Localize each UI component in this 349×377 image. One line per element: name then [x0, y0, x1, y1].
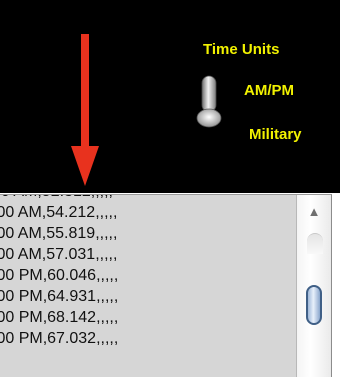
list-item[interactable]: :00 AM,55.819,,,,, [0, 223, 296, 244]
option-ampm-label: AM/PM [244, 82, 294, 99]
listbox-lines: 00 AM,52.312,,,,, :00 AM,54.212,,,,, :00… [0, 195, 296, 349]
list-item[interactable]: :00 PM,67.032,,,,, [0, 328, 296, 349]
vertical-scrollbar[interactable]: ▲ [296, 195, 331, 377]
time-units-toggle-switch[interactable] [194, 74, 224, 130]
data-listbox[interactable]: 00 AM,52.312,,,,, :00 AM,54.212,,,,, :00… [0, 194, 332, 377]
list-item[interactable]: 00 AM,52.312,,,,, [0, 195, 296, 202]
list-item[interactable]: :00 PM,60.046,,,,, [0, 265, 296, 286]
time-units-label: Time Units [203, 41, 280, 58]
down-arrow-icon [71, 34, 99, 186]
option-military-label: Military [249, 126, 302, 143]
controls-panel: Time Units AM/PM Military [0, 0, 340, 193]
screenshot: Time Units AM/PM Military 00 AM,52.312,,… [0, 0, 349, 377]
up-triangle-icon[interactable]: ▲ [297, 201, 331, 221]
list-item[interactable]: :00 AM,57.031,,,,, [0, 244, 296, 265]
scroll-thumb[interactable] [306, 285, 322, 325]
list-item[interactable]: :00 PM,68.142,,,,, [0, 307, 296, 328]
scroll-track-cap [307, 233, 323, 254]
list-item[interactable]: :00 PM,64.931,,,,, [0, 286, 296, 307]
list-item[interactable]: :00 AM,54.212,,,,, [0, 202, 296, 223]
